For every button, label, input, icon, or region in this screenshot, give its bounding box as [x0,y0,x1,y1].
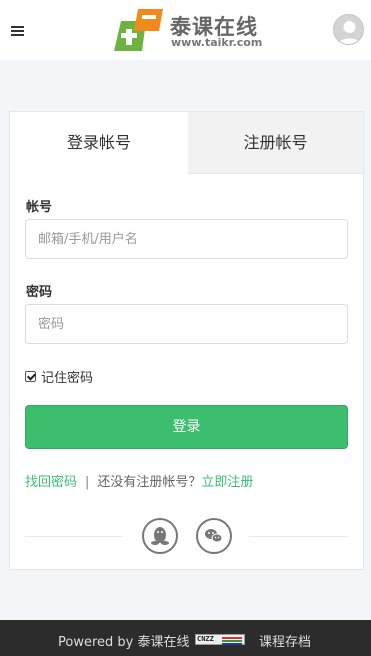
social-login [25,518,348,554]
divider-left [25,536,123,537]
register-now-link[interactable]: 立即注册 [201,475,253,490]
account-label: 帐号 [26,200,53,215]
qq-icon[interactable] [142,518,178,554]
user-avatar-icon[interactable] [333,14,364,45]
cnzz-badge[interactable]: CNZZ [195,634,245,645]
no-account-text: 还没有注册帐号？ [97,475,202,490]
logo-mark-icon [114,9,163,51]
auth-links: 找回密码 | 还没有注册帐号？立即注册 [25,471,253,490]
password-label: 密码 [26,285,53,300]
tab-login[interactable]: 登录帐号 [10,112,188,174]
powered-by-text: Powered by 泰课在线 [58,635,190,650]
auth-tabs: 登录帐号 注册帐号 [10,112,363,174]
auth-card: 登录帐号 注册帐号 帐号 密码 记住密码 登录 找回密码 | 还没有注册帐号？立即注… [9,111,364,570]
password-input[interactable] [25,304,348,344]
course-archive-link[interactable]: 课程存档 [259,631,311,650]
avatar-silhouette-icon [337,21,362,44]
login-button[interactable]: 登录 [25,405,348,449]
tab-register[interactable]: 注册帐号 [188,112,363,174]
logo-url: www.taikr.com [171,36,263,49]
hamburger-menu-icon[interactable] [11,26,24,37]
wechat-icon[interactable] [196,518,232,554]
divider-right [249,536,348,537]
link-separator: | [85,475,90,490]
remember-label: 记住密码 [41,370,94,386]
top-header: 泰课在线 www.taikr.com [0,0,371,60]
account-input[interactable] [25,219,348,259]
site-footer: Powered by 泰课在线 CNZZ 课程存档 [0,620,371,656]
site-logo[interactable]: 泰课在线 www.taikr.com [112,9,262,51]
forgot-password-link[interactable]: 找回密码 [25,475,77,490]
remember-password[interactable]: 记住密码 [25,368,94,386]
cnzz-badge-text: CNZZ [197,635,214,643]
remember-checkbox[interactable] [25,370,36,382]
